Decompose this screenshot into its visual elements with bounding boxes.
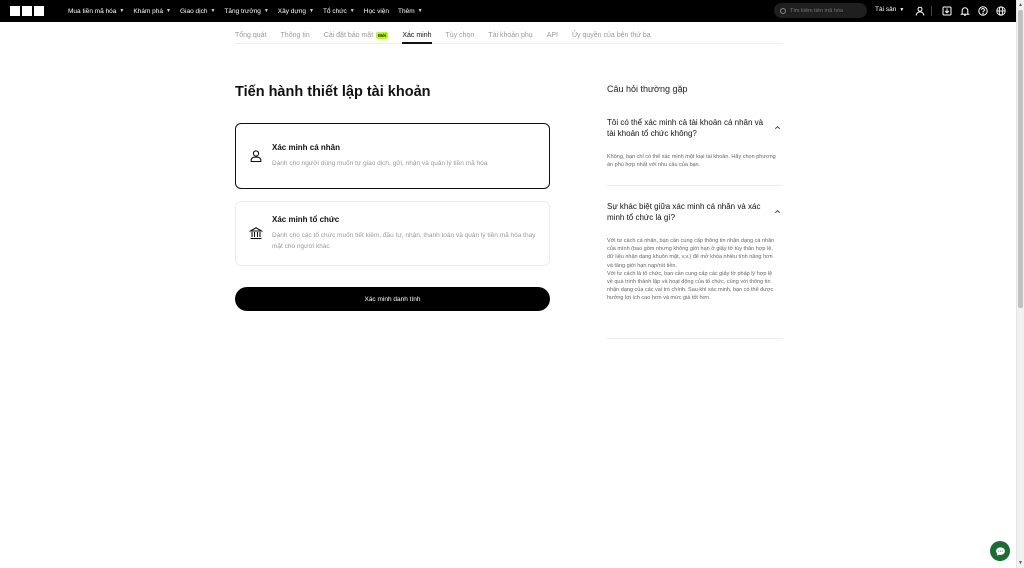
chevron-down-icon: ▼ xyxy=(119,8,125,14)
chat-icon xyxy=(995,546,1005,556)
chevron-down-icon: ▼ xyxy=(263,8,269,14)
chevron-down-icon: ▼ xyxy=(899,6,905,13)
user-icon[interactable] xyxy=(914,5,926,17)
tab-item[interactable]: Xác minh xyxy=(402,27,432,44)
tab-label: Tài khoản phụ xyxy=(488,31,533,39)
tab-label: Cài đặt bảo mật xyxy=(323,31,374,39)
scroll-up-arrow-icon[interactable]: ▲ xyxy=(1018,2,1023,8)
verify-identity-button[interactable]: Xác minh danh tính xyxy=(235,287,550,311)
download-icon[interactable] xyxy=(941,5,953,17)
faq-divider xyxy=(607,338,783,339)
tab-label: Xác minh xyxy=(402,31,432,39)
tab-item[interactable]: Tùy chọn xyxy=(446,27,475,43)
tab-item[interactable]: Thông tin xyxy=(281,27,310,43)
account-tabs: Tổng quát Thông tin Cài đặt bảo mật Mới Xác … xyxy=(235,27,783,44)
top-navigation-bar: Mua tiền mã hóa ▼ Khám phá ▼ Giao dịch ▼ Tăng … xyxy=(0,0,1016,22)
card-title: Xác minh tổ chức xyxy=(272,215,340,224)
faq-title: Câu hỏi thường gặp xyxy=(607,84,688,94)
search-input[interactable] xyxy=(790,7,862,14)
help-icon[interactable] xyxy=(977,5,989,17)
institution-verification-card[interactable]: Xác minh tổ chức Dành cho các tổ chức mu… xyxy=(235,201,550,266)
tab-item[interactable]: API xyxy=(547,27,558,43)
nav-item-label: Tăng trưởng xyxy=(224,7,261,15)
logo-block xyxy=(22,6,32,16)
assets-menu[interactable]: Tài sản ▼ xyxy=(875,6,904,13)
chevron-down-icon: ▼ xyxy=(166,8,171,14)
logo-block xyxy=(34,6,44,16)
nav-item[interactable]: Tăng trưởng ▼ xyxy=(224,8,268,15)
card-description: Dành cho các tổ chức muốn tiết kiệm, đầu… xyxy=(272,232,536,250)
assets-label: Tài sản xyxy=(875,6,897,13)
nav-item-label: Thêm xyxy=(398,7,415,15)
nav-item[interactable]: Giao dịch ▼ xyxy=(180,8,215,15)
person-icon xyxy=(249,149,263,163)
personal-verification-card[interactable]: Xác minh cá nhân Dành cho người dùng muố… xyxy=(235,123,550,189)
nav-item[interactable]: Tổ chức ▼ xyxy=(323,8,355,15)
nav-item-label: Học viện xyxy=(363,7,390,15)
search-icon xyxy=(780,7,786,14)
nav-item[interactable]: Thêm ▼ xyxy=(398,8,423,15)
nav-item[interactable]: Mua tiền mã hóa ▼ xyxy=(68,8,124,15)
faq-question[interactable]: Sự khác biệt giữa xác minh cá nhân và xá… xyxy=(607,201,772,223)
chat-support-button[interactable] xyxy=(990,541,1010,561)
faq-question[interactable]: Tôi có thể xác minh cả tài khoản cá nhân… xyxy=(607,117,772,139)
bell-icon[interactable] xyxy=(959,5,971,17)
tab-label: Tổng quát xyxy=(235,31,267,39)
scroll-down-arrow-icon[interactable]: ▼ xyxy=(1018,560,1023,566)
tab-label: API xyxy=(546,31,558,39)
nav-item-label: Tổ chức xyxy=(322,7,347,15)
chevron-up-icon[interactable] xyxy=(772,206,782,216)
faq-answer: Với tư cách cá nhân, bạn cần cung cấp th… xyxy=(607,238,775,302)
globe-icon[interactable] xyxy=(995,5,1007,17)
institution-icon xyxy=(248,226,264,240)
nav-item[interactable]: Khám phá ▼ xyxy=(133,8,171,15)
nav-item-label: Khám phá xyxy=(133,7,164,15)
nav-item[interactable]: Học viện xyxy=(364,8,389,15)
nav-item[interactable]: Xây dựng ▼ xyxy=(278,8,314,15)
tab-item[interactable]: Tổng quát xyxy=(235,27,267,43)
tab-label: Tùy chọn xyxy=(445,31,475,39)
nav-item-label: Mua tiền mã hóa xyxy=(68,7,117,15)
new-badge: Mới xyxy=(376,31,389,39)
tab-item[interactable]: Cài đặt bảo mật Mới xyxy=(324,27,389,43)
divider xyxy=(931,6,932,16)
search-box[interactable] xyxy=(774,3,867,18)
chevron-down-icon: ▼ xyxy=(210,8,216,14)
faq-divider xyxy=(607,185,783,186)
okx-logo[interactable] xyxy=(10,6,46,16)
card-title: Xác minh cá nhân xyxy=(272,143,341,152)
scrollbar-thumb[interactable] xyxy=(1018,10,1023,308)
chevron-up-icon[interactable] xyxy=(772,122,782,132)
tab-item[interactable]: Ủy quyền của bên thứ ba xyxy=(572,27,651,43)
tab-label: Ủy quyền của bên thứ ba xyxy=(572,31,651,39)
page-scrollbar[interactable]: ▲ ▼ xyxy=(1016,0,1024,568)
page-title: Tiến hành thiết lập tài khoản xyxy=(235,84,431,100)
logo-block xyxy=(10,6,20,16)
card-description: Dành cho người dùng muốn tự giao dịch, g… xyxy=(272,160,488,167)
tab-label: Thông tin xyxy=(280,31,310,39)
nav-item-label: Giao dịch xyxy=(179,7,208,15)
main-nav: Mua tiền mã hóa ▼ Khám phá ▼ Giao dịch ▼ Tăng … xyxy=(68,8,432,15)
nav-item-label: Xây dựng xyxy=(277,7,306,15)
chevron-down-icon: ▼ xyxy=(308,8,314,14)
chevron-down-icon: ▼ xyxy=(417,8,423,14)
tab-item[interactable]: Tài khoản phụ xyxy=(488,27,532,43)
faq-answer: Không, bạn chỉ có thể xác minh một loại … xyxy=(607,154,776,169)
chevron-down-icon: ▼ xyxy=(349,8,355,14)
